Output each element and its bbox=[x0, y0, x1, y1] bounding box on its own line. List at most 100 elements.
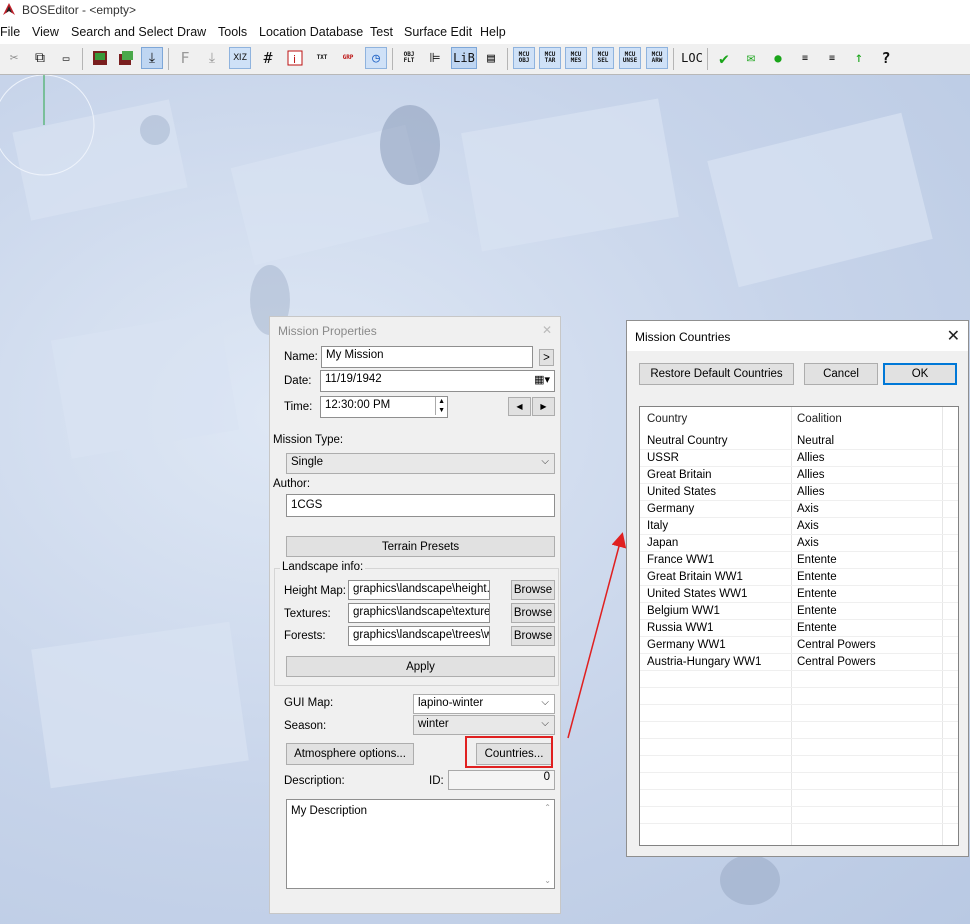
list-item[interactable]: United States Allies bbox=[640, 484, 958, 501]
menu-location-database[interactable]: Location Database bbox=[259, 25, 363, 39]
list-item[interactable]: Germany WW1 Central Powers bbox=[640, 637, 958, 654]
info-icon[interactable]: i bbox=[284, 47, 306, 69]
list-item bbox=[640, 790, 958, 807]
terrain-presets-button[interactable]: Terrain Presets bbox=[286, 536, 555, 557]
height-map-field[interactable]: graphics\landscape\height.h bbox=[348, 580, 490, 600]
obj-flt-icon[interactable]: OBJ FLT bbox=[398, 47, 420, 69]
map-layers-icon[interactable] bbox=[115, 47, 137, 69]
time-spinner-icon[interactable]: ▲ ▼ bbox=[435, 397, 445, 415]
mcu-arw-icon[interactable]: MCU ARW bbox=[646, 47, 668, 69]
list-item bbox=[640, 705, 958, 722]
grid-icon[interactable]: # bbox=[257, 47, 279, 69]
list-item bbox=[640, 773, 958, 790]
left-arrow-icon: ◀ bbox=[516, 402, 523, 411]
calendar-dropdown-icon[interactable]: ▦▾ bbox=[534, 373, 550, 386]
list-item[interactable]: Russia WW1 Entente bbox=[640, 620, 958, 637]
country-cell: USSR bbox=[647, 452, 679, 464]
close-icon[interactable]: ✕ bbox=[947, 326, 960, 346]
column-header-country[interactable]: Country bbox=[647, 413, 687, 425]
ruler-icon[interactable]: ▭ bbox=[55, 47, 77, 69]
list-item[interactable]: Italy Axis bbox=[640, 518, 958, 535]
up-arrow-icon[interactable]: ↑ bbox=[848, 47, 870, 69]
list-item[interactable]: Great Britain Allies bbox=[640, 467, 958, 484]
menu-test[interactable]: Test bbox=[370, 25, 393, 39]
menu-help[interactable]: Help bbox=[480, 25, 506, 39]
help-icon[interactable]: ? bbox=[875, 47, 897, 69]
time-label: Time: bbox=[284, 401, 313, 413]
list-item[interactable]: Austria-Hungary WW1 Central Powers bbox=[640, 654, 958, 671]
apply-button[interactable]: Apply bbox=[286, 656, 555, 677]
scroll-down-icon[interactable]: ⌄ bbox=[544, 876, 551, 885]
textures-field[interactable]: graphics\landscape\texture bbox=[348, 603, 490, 623]
countries-list[interactable]: Country Coalition Neutral Country Neutral… bbox=[639, 406, 959, 846]
mcu-tar-icon[interactable]: MCU TAR bbox=[539, 47, 561, 69]
copy-icon[interactable]: ⧉ bbox=[29, 47, 51, 69]
season-select[interactable]: winter ⌵ bbox=[413, 715, 555, 735]
mcu-mes-icon[interactable]: MCU MES bbox=[565, 47, 587, 69]
height-map-browse-button[interactable]: Browse bbox=[511, 580, 555, 600]
list-item[interactable]: France WW1 Entente bbox=[640, 552, 958, 569]
list-item[interactable]: Germany Axis bbox=[640, 501, 958, 518]
loc-icon[interactable]: LOC bbox=[679, 47, 705, 69]
list-item[interactable]: Great Britain WW1 Entente bbox=[640, 569, 958, 586]
coalition-cell: Entente bbox=[797, 622, 837, 634]
cut-icon[interactable]: ✂ bbox=[3, 47, 25, 69]
lib-icon[interactable]: LiB bbox=[451, 47, 477, 69]
txt-tool-icon[interactable]: TXT bbox=[311, 47, 333, 69]
description-textarea[interactable]: My Description ⌃ ⌄ bbox=[286, 799, 555, 889]
scroll-up-icon[interactable]: ⌃ bbox=[544, 803, 551, 812]
map-green-icon[interactable] bbox=[89, 47, 111, 69]
cancel-button[interactable]: Cancel bbox=[804, 363, 878, 385]
checkmark-icon[interactable]: ✔ bbox=[713, 47, 735, 69]
ok-button[interactable]: OK bbox=[883, 363, 957, 385]
menu-draw[interactable]: Draw bbox=[177, 25, 206, 39]
list-item[interactable]: Neutral Country Neutral bbox=[640, 433, 958, 450]
country-cell: Italy bbox=[647, 520, 669, 532]
ground-icon[interactable]: ⤓ bbox=[201, 47, 223, 69]
author-field[interactable]: 1CGS bbox=[286, 494, 555, 517]
mcu-obj-icon[interactable]: MCU OBJ bbox=[513, 47, 535, 69]
toolbar: ✂ ⧉ ▭ ⤓ F ⤓ ⅪZ # i TXT GRP ◷ OBJ FLT ⊫ L… bbox=[0, 44, 970, 75]
list-item[interactable]: USSR Allies bbox=[640, 450, 958, 467]
menu-search-and-select[interactable]: Search and Select bbox=[71, 25, 173, 39]
grp-tool-icon[interactable]: GRP bbox=[337, 47, 359, 69]
xyz-icon[interactable]: ⅪZ bbox=[229, 47, 251, 69]
line-1-icon[interactable]: ≡ bbox=[794, 47, 816, 69]
date-picker[interactable]: 11/19/1942 ▦▾ bbox=[320, 370, 555, 392]
mail-icon[interactable]: ✉ bbox=[740, 47, 762, 69]
coalition-cell: Allies bbox=[797, 452, 825, 464]
name-field[interactable]: My Mission bbox=[321, 346, 533, 368]
next-button[interactable]: ▶ bbox=[532, 397, 555, 416]
textures-browse-button[interactable]: Browse bbox=[511, 603, 555, 623]
green-dot-icon[interactable]: ● bbox=[767, 47, 789, 69]
prev-button[interactable]: ◀ bbox=[508, 397, 531, 416]
line-2-icon[interactable]: ≡ bbox=[821, 47, 843, 69]
clock-icon[interactable]: ◷ bbox=[365, 47, 387, 69]
mcu-unse-icon[interactable]: MCU UNSE bbox=[619, 47, 641, 69]
menu-file[interactable]: File bbox=[0, 25, 20, 39]
f-tool-icon[interactable]: F bbox=[174, 47, 196, 69]
gui-map-select[interactable]: lapino-winter ⌵ bbox=[413, 694, 555, 714]
list-item[interactable]: United States WW1 Entente bbox=[640, 586, 958, 603]
name-more-button[interactable]: > bbox=[539, 349, 554, 366]
restore-default-countries-button[interactable]: Restore Default Countries bbox=[639, 363, 794, 385]
list-item[interactable]: Japan Axis bbox=[640, 535, 958, 552]
column-header-coalition[interactable]: Coalition bbox=[797, 413, 842, 425]
menu-view[interactable]: View bbox=[32, 25, 59, 39]
time-field[interactable]: 12:30:00 PM ▲ ▼ bbox=[320, 396, 448, 418]
forests-field[interactable]: graphics\landscape\trees\w bbox=[348, 626, 490, 646]
close-icon[interactable]: ✕ bbox=[540, 323, 554, 337]
atmosphere-options-button[interactable]: Atmosphere options... bbox=[286, 743, 414, 765]
mission-type-select[interactable]: Single ⌵ bbox=[286, 453, 555, 474]
download-icon[interactable]: ⤓ bbox=[141, 47, 163, 69]
coalition-cell: Entente bbox=[797, 554, 837, 566]
list-icon[interactable]: ▤ bbox=[480, 47, 502, 69]
country-cell: Russia WW1 bbox=[647, 622, 714, 634]
list-item[interactable]: Belgium WW1 Entente bbox=[640, 603, 958, 620]
align-icon[interactable]: ⊫ bbox=[424, 47, 446, 69]
mcu-sel-icon[interactable]: MCU SEL bbox=[592, 47, 614, 69]
menu-surface-edit[interactable]: Surface Edit bbox=[404, 25, 472, 39]
menu-tools[interactable]: Tools bbox=[218, 25, 247, 39]
country-cell: United States bbox=[647, 486, 717, 498]
forests-browse-button[interactable]: Browse bbox=[511, 626, 555, 646]
